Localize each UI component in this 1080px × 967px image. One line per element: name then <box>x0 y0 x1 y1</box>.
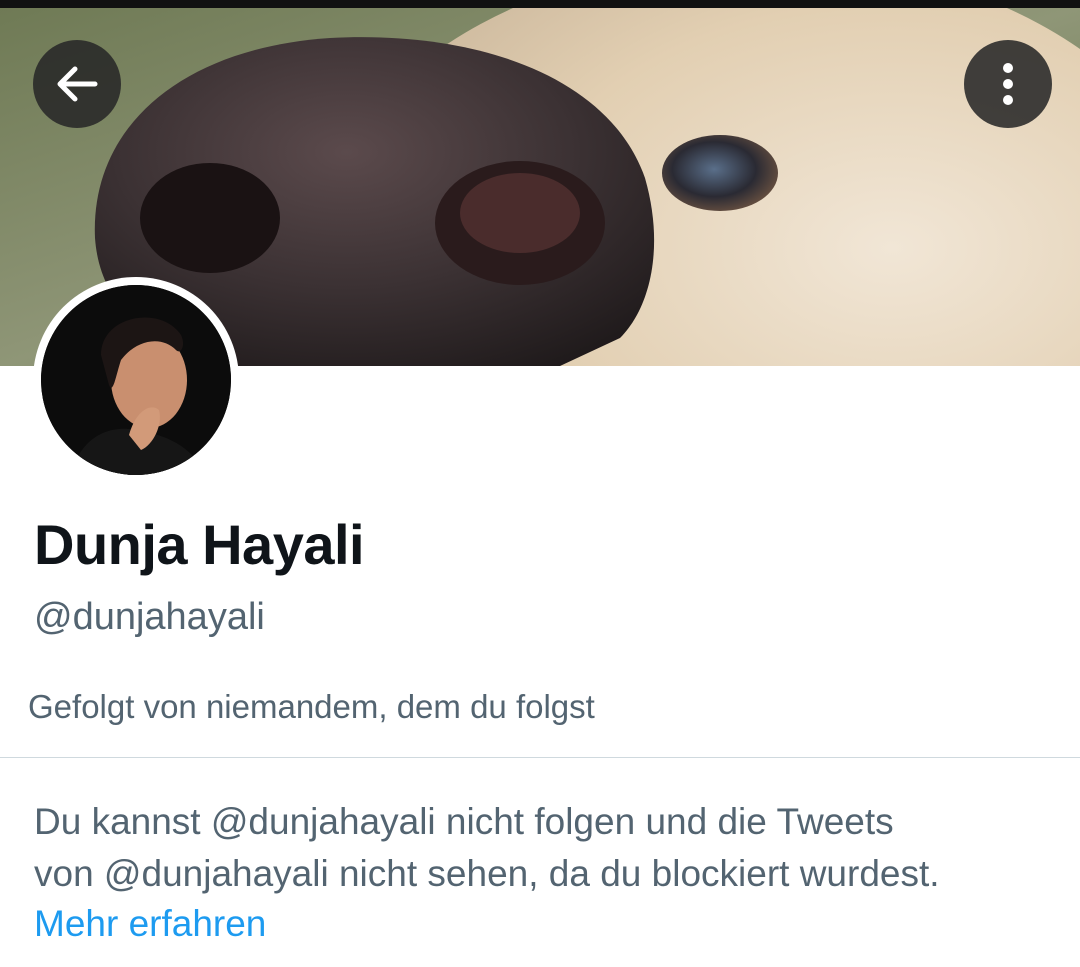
profile-handle: @dunjahayali <box>34 596 265 638</box>
avatar[interactable] <box>33 277 239 483</box>
more-options-button[interactable] <box>964 40 1052 128</box>
status-bar-edge <box>0 0 1080 8</box>
blocked-notice-line1: Du kannst @dunjahayali nicht folgen und … <box>34 801 894 842</box>
divider <box>0 757 1080 758</box>
learn-more-link[interactable]: Mehr erfahren <box>34 898 266 950</box>
blocked-notice-line2: von @dunjahayali nicht sehen, da du bloc… <box>34 853 940 894</box>
blocked-notice: Du kannst @dunjahayali nicht folgen und … <box>34 796 1054 900</box>
arrow-left-icon <box>57 66 98 102</box>
profile-name: Dunja Hayali <box>34 513 365 576</box>
followed-by-text: Gefolgt von niemandem, dem du folgst <box>28 688 595 725</box>
avatar-image <box>41 285 231 475</box>
back-button[interactable] <box>33 40 121 128</box>
more-vertical-icon <box>1003 63 1013 105</box>
